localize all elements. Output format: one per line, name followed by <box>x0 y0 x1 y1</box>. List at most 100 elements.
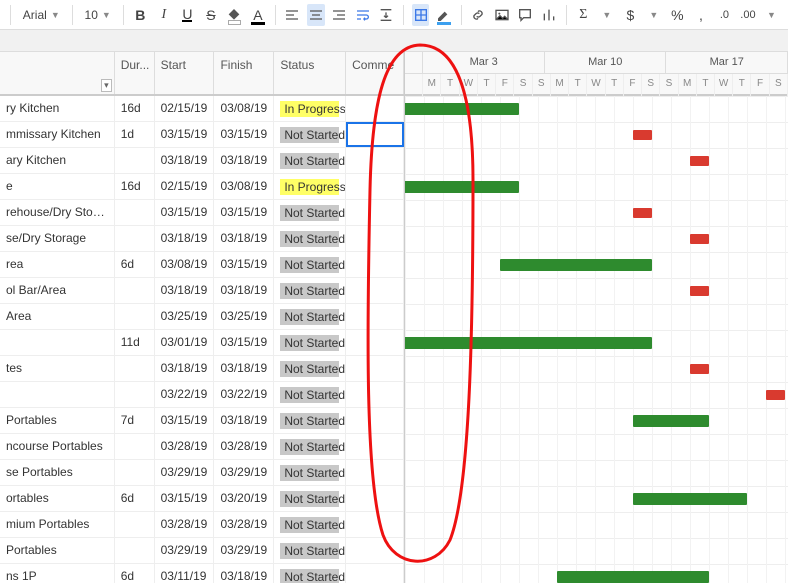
col-header-status[interactable]: Status <box>274 52 346 94</box>
cell-finish[interactable]: 03/18/19 <box>214 408 274 433</box>
cell-comments[interactable] <box>346 564 404 583</box>
cell-duration[interactable] <box>115 356 155 381</box>
table-row[interactable]: ns 1P6d03/11/1903/18/19Not Started <box>0 564 404 583</box>
decrease-decimal-button[interactable]: .0 <box>716 4 734 26</box>
table-row[interactable]: Portables7d03/15/1903/18/19Not Started <box>0 408 404 434</box>
thousands-button[interactable]: , <box>692 4 710 26</box>
cell-name[interactable] <box>0 330 115 355</box>
cell-comments[interactable] <box>346 512 404 537</box>
gantt-milestone-bar[interactable] <box>690 234 709 244</box>
gantt-task-bar[interactable] <box>405 181 519 193</box>
cell-comments[interactable] <box>346 148 404 173</box>
cell-finish[interactable]: 03/18/19 <box>214 564 274 583</box>
cell-duration[interactable] <box>115 278 155 303</box>
cell-finish[interactable]: 03/28/19 <box>214 512 274 537</box>
cell-duration[interactable] <box>115 538 155 563</box>
insert-comment-button[interactable] <box>517 4 535 26</box>
cell-name[interactable]: rehouse/Dry Storage <box>0 200 115 225</box>
cell-name[interactable] <box>0 382 115 407</box>
col-header-finish[interactable]: Finish <box>214 52 274 94</box>
filter-icon[interactable]: ▾ <box>101 79 112 92</box>
fill-color-button[interactable] <box>226 4 244 26</box>
cell-name[interactable]: ortables <box>0 486 115 511</box>
cell-finish[interactable]: 03/25/19 <box>214 304 274 329</box>
cell-status[interactable]: Not Started <box>274 434 346 459</box>
table-row[interactable]: rehouse/Dry Storage03/15/1903/15/19Not S… <box>0 200 404 226</box>
align-right-button[interactable] <box>331 4 349 26</box>
cell-finish[interactable]: 03/18/19 <box>214 278 274 303</box>
table-row[interactable]: Portables03/29/1903/29/19Not Started <box>0 538 404 564</box>
gantt-milestone-bar[interactable] <box>766 390 785 400</box>
cell-status[interactable]: Not Started <box>274 512 346 537</box>
table-row[interactable]: se Portables03/29/1903/29/19Not Started <box>0 460 404 486</box>
cell-finish[interactable]: 03/15/19 <box>214 252 274 277</box>
insert-image-button[interactable] <box>493 4 511 26</box>
align-center-button[interactable] <box>307 4 325 26</box>
cell-comments[interactable] <box>346 200 404 225</box>
cell-start[interactable]: 03/15/19 <box>155 200 215 225</box>
gantt-task-bar[interactable] <box>500 259 652 271</box>
table-row[interactable]: ortables6d03/15/1903/20/19Not Started <box>0 486 404 512</box>
cell-status[interactable]: Not Started <box>274 122 346 147</box>
sum-button[interactable]: Σ <box>575 4 593 26</box>
cell-status[interactable]: Not Started <box>274 304 346 329</box>
cell-comments[interactable] <box>346 408 404 433</box>
cell-finish[interactable]: 03/29/19 <box>214 460 274 485</box>
cell-status[interactable]: Not Started <box>274 382 346 407</box>
cell-duration[interactable] <box>115 434 155 459</box>
insert-link-button[interactable] <box>470 4 488 26</box>
cell-status[interactable]: Not Started <box>274 356 346 381</box>
cell-duration[interactable]: 6d <box>115 486 155 511</box>
gantt-milestone-bar[interactable] <box>690 286 709 296</box>
cell-start[interactable]: 03/11/19 <box>155 564 215 583</box>
cell-comments[interactable] <box>346 304 404 329</box>
cell-name[interactable]: mium Portables <box>0 512 115 537</box>
cell-start[interactable]: 03/18/19 <box>155 278 215 303</box>
cell-name[interactable]: Area <box>0 304 115 329</box>
formula-bar[interactable] <box>0 30 788 52</box>
cell-duration[interactable]: 16d <box>115 96 155 121</box>
strikethrough-button[interactable]: S <box>202 4 220 26</box>
cell-name[interactable]: ol Bar/Area <box>0 278 115 303</box>
cell-duration[interactable] <box>115 200 155 225</box>
cell-status[interactable]: In Progress <box>274 96 346 121</box>
cell-name[interactable]: ns 1P <box>0 564 115 583</box>
table-row[interactable]: tes03/18/1903/18/19Not Started <box>0 356 404 382</box>
cell-name[interactable]: se Portables <box>0 460 115 485</box>
insert-chart-button[interactable] <box>540 4 558 26</box>
gantt-milestone-bar[interactable] <box>633 208 652 218</box>
cell-name[interactable]: ary Kitchen <box>0 148 115 173</box>
cell-finish[interactable]: 03/22/19 <box>214 382 274 407</box>
cell-start[interactable]: 02/15/19 <box>155 174 215 199</box>
cell-duration[interactable] <box>115 226 155 251</box>
bold-button[interactable]: B <box>132 4 150 26</box>
cell-finish[interactable]: 03/15/19 <box>214 200 274 225</box>
cell-comments[interactable] <box>346 252 404 277</box>
font-family-select[interactable]: Arial ▼ <box>19 6 64 24</box>
gantt-body[interactable] <box>405 96 788 583</box>
cell-finish[interactable]: 03/08/19 <box>214 96 274 121</box>
cell-comments[interactable] <box>346 122 404 147</box>
dropdown-button[interactable]: ▼ <box>645 4 663 26</box>
cell-duration[interactable]: 1d <box>115 122 155 147</box>
cell-status[interactable]: Not Started <box>274 564 346 583</box>
cell-name[interactable]: ry Kitchen <box>0 96 115 121</box>
cell-comments[interactable] <box>346 174 404 199</box>
cell-comments[interactable] <box>346 278 404 303</box>
cell-start[interactable]: 03/18/19 <box>155 148 215 173</box>
cell-duration[interactable] <box>115 304 155 329</box>
cell-comments[interactable] <box>346 226 404 251</box>
cell-status[interactable]: Not Started <box>274 330 346 355</box>
gantt-milestone-bar[interactable] <box>690 156 709 166</box>
cell-name[interactable]: tes <box>0 356 115 381</box>
cell-status[interactable]: Not Started <box>274 538 346 563</box>
highlight-button[interactable] <box>435 4 453 26</box>
table-row[interactable]: ry Kitchen16d02/15/1903/08/19In Progress <box>0 96 404 122</box>
cell-name[interactable]: Portables <box>0 408 115 433</box>
currency-button[interactable]: $ <box>622 4 640 26</box>
gantt-task-bar[interactable] <box>405 103 519 115</box>
text-color-button[interactable]: A <box>249 4 267 26</box>
col-header-start[interactable]: Start <box>155 52 215 94</box>
more-button[interactable]: ▼ <box>763 4 781 26</box>
underline-button[interactable]: U <box>179 4 197 26</box>
